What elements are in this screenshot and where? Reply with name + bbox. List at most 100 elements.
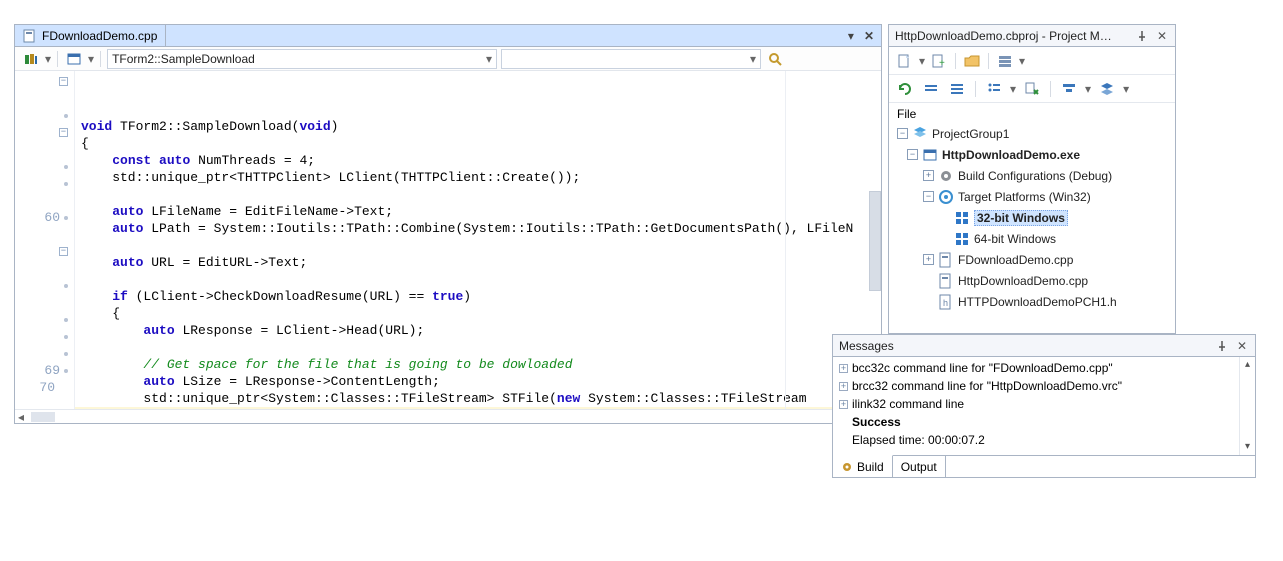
expand-icon[interactable] [839, 400, 848, 409]
chevron-down-icon[interactable]: ▾ [1123, 82, 1129, 96]
tree-row[interactable]: HttpDownloadDemo.cpp [889, 270, 1175, 291]
horizontal-scroll-thumb[interactable] [31, 412, 55, 422]
fold-dot-icon [64, 335, 68, 339]
filter-icon[interactable] [1059, 80, 1079, 98]
chevron-down-icon[interactable]: ▾ [1085, 82, 1091, 96]
fold-toggle[interactable] [59, 77, 68, 86]
layers-icon[interactable] [1097, 80, 1117, 98]
tree-row[interactable]: ProjectGroup1 [889, 123, 1175, 144]
gutter-line: 70 [15, 379, 74, 396]
editor-tab[interactable]: FDownloadDemo.cpp [15, 25, 166, 46]
tree-row[interactable]: hHTTPDownloadDemoPCH1.h [889, 291, 1175, 312]
sync-icon[interactable] [1022, 80, 1042, 98]
search-icon[interactable] [765, 50, 785, 68]
tree-expander[interactable] [897, 128, 908, 139]
view-list-icon[interactable] [995, 52, 1015, 70]
method-navigator-combo[interactable]: TForm2::SampleDownload ▾ [107, 49, 497, 69]
tree-row[interactable]: HttpDownloadDemo.exe [889, 144, 1175, 165]
fold-dot-icon [64, 165, 68, 169]
close-icon[interactable]: ✕ [1155, 29, 1169, 43]
code-line[interactable]: STFile->Size = LSize; [75, 407, 881, 409]
code-line[interactable]: std::unique_ptr<THTTPClient> LClient(THT… [75, 169, 881, 186]
tab-dropdown-icon[interactable]: ▾ [845, 29, 857, 43]
message-row[interactable]: Success [837, 413, 1235, 431]
close-icon[interactable]: ✕ [1235, 339, 1249, 353]
gutter-line [15, 226, 74, 243]
message-row[interactable]: ilink32 command line [837, 395, 1235, 413]
line-number: 60 [42, 209, 60, 226]
chevron-down-icon[interactable]: ▾ [45, 52, 51, 66]
toolbar-form-icon[interactable] [64, 50, 84, 68]
code-line[interactable] [75, 237, 881, 254]
code-line[interactable] [75, 339, 881, 356]
project-manager-toolbar-1: ▾ + ▾ [889, 47, 1175, 75]
tree-row[interactable]: FDownloadDemo.cpp [889, 249, 1175, 270]
expand-icon[interactable] [839, 364, 848, 373]
tree-row[interactable]: 64-bit Windows [889, 228, 1175, 249]
scroll-down-icon[interactable]: ▾ [1242, 441, 1254, 453]
pin-icon[interactable] [1215, 339, 1229, 353]
fold-toggle[interactable] [59, 128, 68, 137]
tree-row[interactable]: Target Platforms (Win32) [889, 186, 1175, 207]
code-line[interactable] [75, 186, 881, 203]
code-line[interactable]: auto LSize = LResponse->ContentLength; [75, 373, 881, 390]
fold-toggle[interactable] [59, 247, 68, 256]
expand-icon[interactable] [947, 80, 967, 98]
tree-row[interactable]: Build Configurations (Debug) [889, 165, 1175, 186]
code-line[interactable]: auto LPath = System::Ioutils::TPath::Com… [75, 220, 881, 237]
tree-row[interactable]: 32-bit Windows [889, 207, 1175, 228]
scroll-up-icon[interactable]: ▴ [1242, 359, 1254, 371]
code-line[interactable]: // Get space for the file that is going … [75, 356, 881, 373]
list-icon[interactable] [984, 80, 1004, 98]
add-file-icon[interactable]: + [929, 52, 949, 70]
message-row[interactable]: brcc32 command line for "HttpDownloadDem… [837, 377, 1235, 395]
code-line[interactable]: if (LClient->CheckDownloadResume(URL) ==… [75, 288, 881, 305]
collapse-icon[interactable] [921, 80, 941, 98]
tree-expander[interactable] [923, 191, 934, 202]
chevron-down-icon[interactable]: ▾ [1019, 54, 1025, 68]
tree-expander[interactable] [923, 170, 934, 181]
messages-scrollbar[interactable]: ▴ ▾ [1239, 357, 1255, 455]
chevron-down-icon[interactable]: ▾ [919, 54, 925, 68]
refresh-icon[interactable] [895, 80, 915, 98]
chevron-down-icon[interactable]: ▾ [88, 52, 94, 66]
gutter-line [15, 90, 74, 107]
tab-build[interactable]: Build [833, 455, 893, 477]
horizontal-scrollbar[interactable]: ◂ [15, 409, 881, 423]
code-line[interactable]: auto URL = EditURL->Text; [75, 254, 881, 271]
gutter: 606970 [15, 71, 75, 409]
vertical-scrollbar[interactable] [869, 191, 881, 291]
messages-titlebar: Messages ✕ [833, 335, 1255, 357]
code-line[interactable]: { [75, 135, 881, 152]
folder-icon[interactable] [962, 52, 982, 70]
svg-text:+: + [939, 58, 945, 69]
fold-dot-icon [64, 369, 68, 373]
expand-icon[interactable] [839, 382, 848, 391]
pin-icon[interactable] [1135, 29, 1149, 43]
tree-expander[interactable] [907, 149, 918, 160]
messages-list[interactable]: bcc32c command line for "FDownloadDemo.c… [833, 357, 1239, 455]
tree-label: 32-bit Windows [974, 210, 1068, 226]
code-text[interactable]: void TForm2::SampleDownload(void){ const… [75, 71, 881, 409]
code-area[interactable]: 606970 void TForm2::SampleDownload(void)… [15, 71, 881, 409]
message-row[interactable]: bcc32c command line for "FDownloadDemo.c… [837, 359, 1235, 377]
chevron-down-icon[interactable]: ▾ [1010, 82, 1016, 96]
gear-icon [841, 461, 853, 473]
code-line[interactable]: auto LResponse = LClient->Head(URL); [75, 322, 881, 339]
tree-expander[interactable] [923, 254, 934, 265]
toolbar-books-icon[interactable] [21, 50, 41, 68]
tab-close-icon[interactable]: ✕ [861, 29, 877, 43]
new-file-icon[interactable] [895, 52, 915, 70]
message-row[interactable]: Elapsed time: 00:00:07.2 [837, 431, 1235, 449]
tab-output[interactable]: Output [893, 456, 946, 477]
code-line[interactable]: auto LFileName = EditFileName->Text; [75, 203, 881, 220]
gutter-line [15, 294, 74, 311]
code-line[interactable]: const auto NumThreads = 4; [75, 152, 881, 169]
code-line[interactable]: void TForm2::SampleDownload(void) [75, 118, 881, 135]
secondary-navigator-combo[interactable]: ▾ [501, 49, 761, 69]
scroll-left-icon[interactable]: ◂ [15, 410, 27, 424]
code-line[interactable]: std::unique_ptr<System::Classes::TFileSt… [75, 390, 881, 407]
code-line[interactable] [75, 271, 881, 288]
code-line[interactable]: { [75, 305, 881, 322]
fold-dot-icon [64, 352, 68, 356]
